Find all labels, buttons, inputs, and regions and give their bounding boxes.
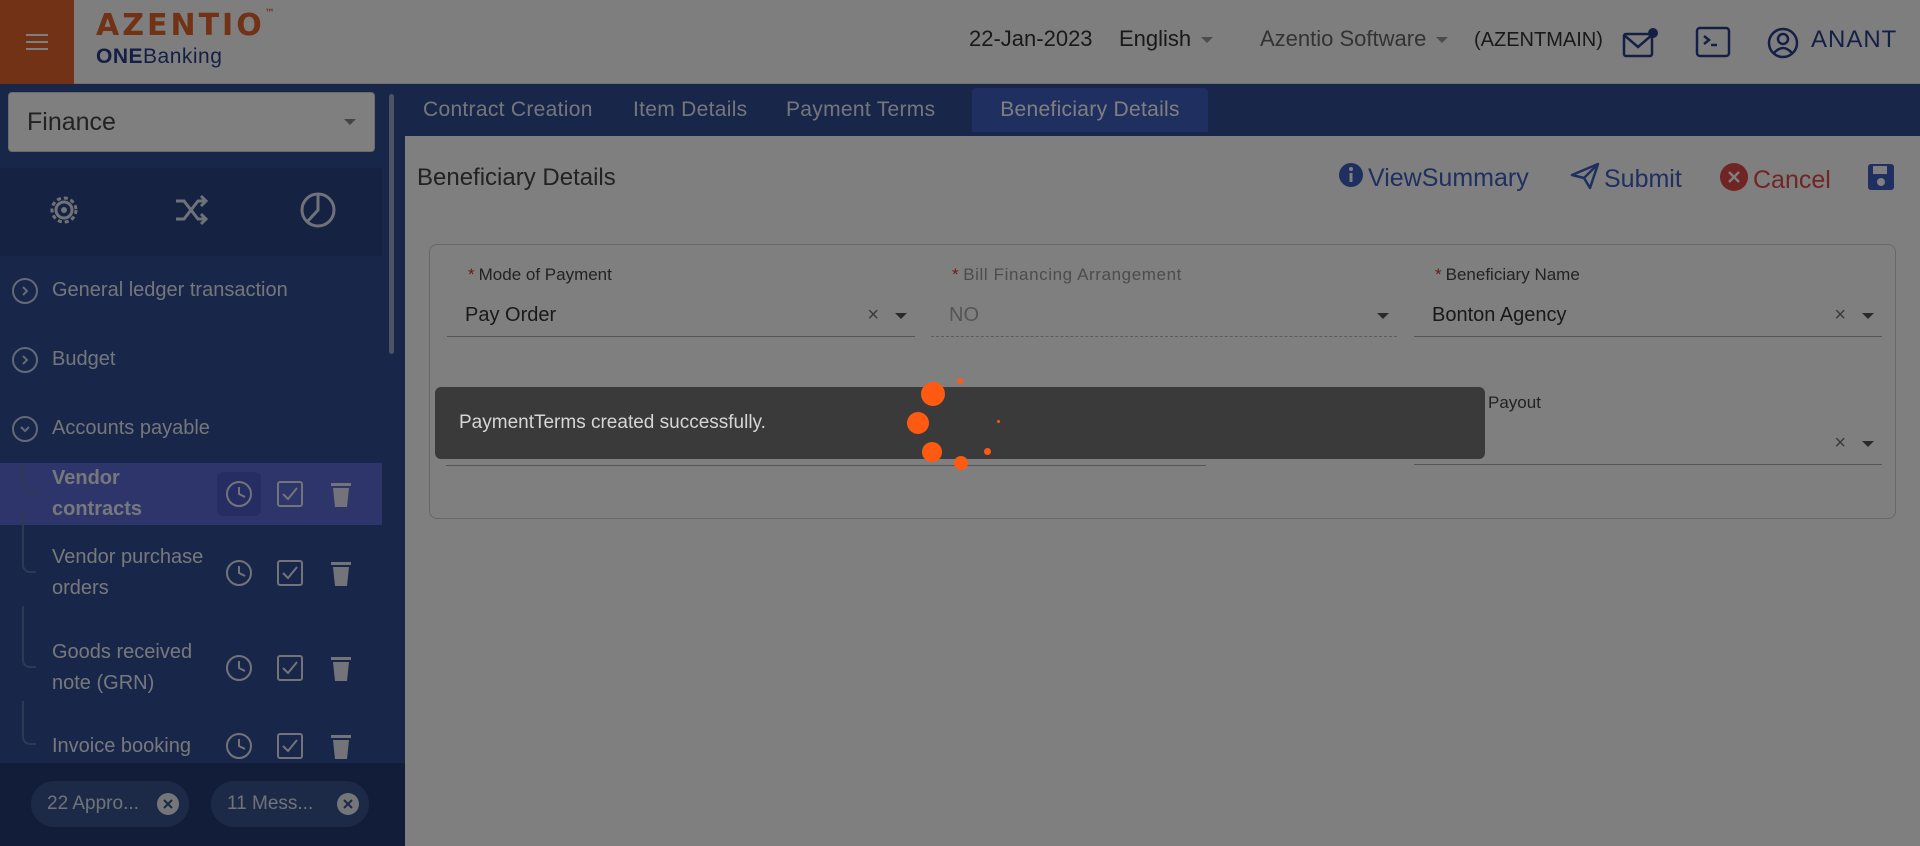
toast-message: PaymentTerms created successfully.	[459, 412, 766, 433]
loading-spinner	[900, 370, 1010, 480]
